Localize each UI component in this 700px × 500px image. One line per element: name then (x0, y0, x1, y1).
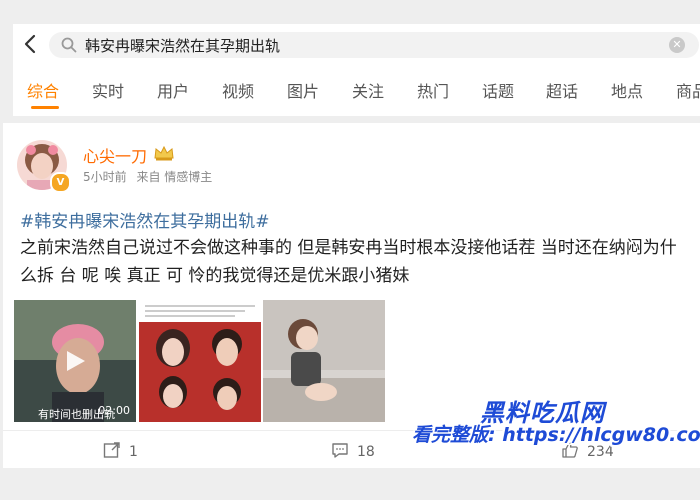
tab-hot[interactable]: 热门 (417, 78, 449, 102)
tab-following[interactable]: 关注 (352, 78, 384, 102)
tab-realtime[interactable]: 实时 (92, 78, 124, 102)
video-caption: 有时间也删出轨 (38, 408, 115, 421)
search-header: 韩安冉曝宋浩然在其孕期出轨 ✕ 综合 实时 用户 视频 图片 关注 热门 话题 … (13, 24, 700, 116)
post-meta: 5小时前 来自 情感博主 (83, 168, 218, 185)
tab-video[interactable]: 视频 (222, 78, 254, 102)
tab-comprehensive[interactable]: 综合 (27, 78, 59, 102)
post-time: 5小时前 (83, 170, 127, 184)
verified-badge-icon: V (50, 172, 71, 193)
tab-products[interactable]: 商品 (676, 78, 700, 102)
search-icon (61, 37, 77, 53)
play-icon[interactable] (62, 348, 88, 374)
back-arrow-icon[interactable] (21, 32, 41, 56)
tab-topics[interactable]: 话题 (482, 78, 514, 102)
app-screen: 韩安冉曝宋浩然在其孕期出轨 ✕ 综合 实时 用户 视频 图片 关注 热门 话题 … (0, 0, 700, 500)
comment-icon (332, 443, 348, 458)
clear-search-icon[interactable]: ✕ (669, 37, 685, 53)
hashtag-link[interactable]: #韩安冉曝宋浩然在其孕期出轨# (20, 207, 270, 232)
repost-button[interactable]: 1 (103, 441, 138, 460)
username[interactable]: 心尖一刀 (83, 143, 147, 167)
search-tabs: 综合 实时 用户 视频 图片 关注 热门 话题 超话 地点 商品 (13, 76, 700, 116)
search-input[interactable]: 韩安冉曝宋浩然在其孕期出轨 ✕ (49, 32, 699, 58)
watermark-url: 看完整版: https://hlcgw80.com (412, 424, 700, 446)
post-image[interactable] (263, 300, 385, 422)
video-thumbnail[interactable]: 02:00 有时间也删出轨 (14, 300, 136, 422)
active-tab-indicator (31, 106, 59, 109)
comment-count: 18 (357, 444, 375, 460)
search-query-text: 韩安冉曝宋浩然在其孕期出轨 (85, 37, 281, 55)
post-source: 来自 情感博主 (136, 170, 213, 184)
post-image[interactable] (139, 300, 261, 422)
repost-icon (103, 442, 120, 458)
comment-button[interactable]: 18 (331, 441, 375, 460)
tab-super-topics[interactable]: 超话 (546, 78, 578, 102)
crown-icon (153, 145, 175, 161)
tab-places[interactable]: 地点 (611, 78, 643, 102)
tab-images[interactable]: 图片 (287, 78, 319, 102)
tab-users[interactable]: 用户 (157, 78, 189, 102)
repost-count: 1 (129, 444, 138, 460)
post-text: 之前宋浩然自己说过不会做这种事的 但是韩安冉当时根本没接他话茬 当时还在纳闷为什… (20, 238, 677, 286)
